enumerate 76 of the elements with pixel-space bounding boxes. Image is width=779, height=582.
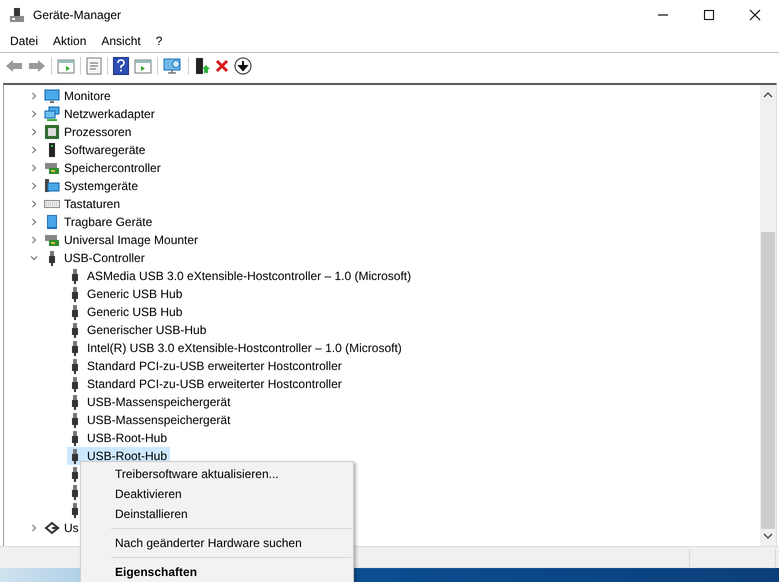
device-label: Standard PCI-zu-USB erweiterter Hostcontroller xyxy=(87,359,342,373)
forward-arrow-icon[interactable] xyxy=(28,59,46,73)
device-label: Generic USB Hub xyxy=(87,305,182,319)
expand-chevron-icon[interactable] xyxy=(30,146,38,154)
menu-item[interactable]: Aktion xyxy=(53,34,86,48)
tablet-icon xyxy=(44,214,60,230)
vertical-scrollbar[interactable] xyxy=(760,85,776,546)
device-item[interactable]: Intel(R) USB 3.0 eXtensible-Hostcontroller – 1.0 (Microsoft) xyxy=(67,339,405,357)
device-item[interactable]: Generic USB Hub xyxy=(67,285,186,303)
menu-item[interactable]: Datei xyxy=(10,34,38,48)
device-label: USB-Root-Hub xyxy=(87,431,168,445)
context-menu-item[interactable]: Eigenschaften xyxy=(81,562,353,582)
expand-chevron-icon[interactable] xyxy=(30,200,38,208)
controller-card-icon xyxy=(44,232,60,248)
device-item[interactable]: USB-Massenspeichergerät xyxy=(67,411,234,429)
context-menu-item[interactable]: Deaktivieren xyxy=(81,484,353,504)
download-icon[interactable] xyxy=(234,57,252,75)
update-driver-icon[interactable] xyxy=(194,57,210,75)
expand-chevron-icon[interactable] xyxy=(30,182,38,190)
device-category[interactable]: Tragbare Geräte xyxy=(64,215,152,229)
device-item[interactable]: Standard PCI-zu-USB erweiterter Hostcontroller xyxy=(67,375,345,393)
properties-icon[interactable] xyxy=(86,57,102,75)
monitor-scan-icon[interactable] xyxy=(163,57,183,75)
action-pane-icon[interactable] xyxy=(134,58,152,74)
device-category[interactable]: Systemgeräte xyxy=(64,179,138,193)
device-category[interactable]: Prozessoren xyxy=(64,125,132,139)
expand-chevron-icon[interactable] xyxy=(30,524,38,532)
usb-symbol-icon xyxy=(44,520,60,536)
maximize-icon[interactable] xyxy=(703,9,715,21)
scrollbar-thumb[interactable] xyxy=(761,232,775,529)
device-item[interactable]: Generischer USB-Hub xyxy=(67,321,210,339)
device-category[interactable]: Us xyxy=(64,521,79,535)
device-label: USB-Massenspeichergerät xyxy=(87,395,230,409)
delete-icon[interactable] xyxy=(215,59,229,73)
monitor-icon xyxy=(44,88,60,104)
device-category[interactable]: Netzwerkadapter xyxy=(64,107,155,121)
device-category[interactable]: Softwaregeräte xyxy=(64,143,146,157)
back-arrow-icon[interactable] xyxy=(5,59,23,73)
device-manager-icon xyxy=(9,7,25,23)
device-item[interactable]: USB-Root-Hub xyxy=(67,429,170,447)
chip-icon xyxy=(44,124,60,140)
expand-chevron-icon[interactable] xyxy=(30,110,38,118)
device-item[interactable]: USB-Massenspeichergerät xyxy=(67,393,234,411)
device-label: Intel(R) USB 3.0 eXtensible-Hostcontroller – 1.0 (Microsoft) xyxy=(87,341,402,355)
network-icon xyxy=(44,106,60,122)
device-category[interactable]: Universal Image Mounter xyxy=(64,233,198,247)
window-title: Geräte-Manager xyxy=(33,8,122,22)
device-label: USB-Massenspeichergerät xyxy=(87,413,230,427)
expand-chevron-icon[interactable] xyxy=(30,128,38,136)
device-item[interactable]: Generic USB Hub xyxy=(67,303,186,321)
close-icon[interactable] xyxy=(749,9,761,21)
device-category[interactable]: Speichercontroller xyxy=(64,161,161,175)
help-icon[interactable] xyxy=(113,57,129,75)
expand-chevron-icon[interactable] xyxy=(30,218,38,226)
context-menu-item[interactable]: Nach geänderter Hardware suchen xyxy=(81,533,353,553)
controller-card-icon xyxy=(44,160,60,176)
device-label: USB-Root-Hub xyxy=(87,449,168,463)
system-icon xyxy=(44,178,60,194)
device-item[interactable]: ASMedia USB 3.0 eXtensible-Hostcontroller – 1.0 (Microsoft) xyxy=(67,267,414,285)
device-label: ASMedia USB 3.0 eXtensible-Hostcontroller – 1.0 (Microsoft) xyxy=(87,269,412,283)
console-tree-icon[interactable] xyxy=(57,58,75,74)
context-menu-item[interactable]: Deinstallieren xyxy=(81,504,353,524)
device-category[interactable]: Monitore xyxy=(64,89,111,103)
device-label: Generic USB Hub xyxy=(87,287,182,301)
collapse-chevron-icon[interactable] xyxy=(30,254,38,262)
device-label: Generischer USB-Hub xyxy=(87,323,206,337)
expand-chevron-icon[interactable] xyxy=(30,164,38,172)
device-category[interactable]: Tastaturen xyxy=(64,197,120,211)
menu-item[interactable]: ? xyxy=(156,34,162,48)
expand-chevron-icon[interactable] xyxy=(30,92,38,100)
device-item[interactable]: Standard PCI-zu-USB erweiterter Hostcontroller xyxy=(67,357,345,375)
device-category[interactable]: USB-Controller xyxy=(64,251,145,265)
context-menu-item[interactable]: Treibersoftware aktualisieren... xyxy=(81,464,353,484)
device-label: Standard PCI-zu-USB erweiterter Hostcontroller xyxy=(87,377,342,391)
menu-item[interactable]: Ansicht xyxy=(101,34,141,48)
expand-chevron-icon[interactable] xyxy=(30,236,38,244)
